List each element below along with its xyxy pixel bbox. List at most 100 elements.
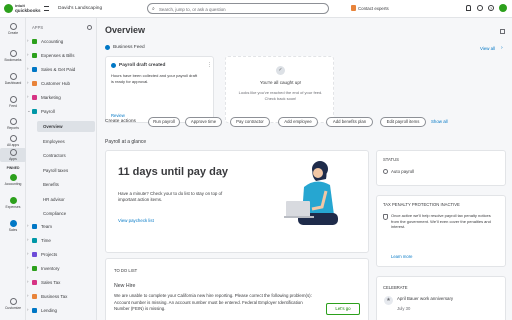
nav-label: Lending <box>41 308 58 313</box>
new-hire-body: We are unable to complete your Californi… <box>114 293 312 311</box>
nav-sub-employees[interactable]: Employees <box>43 139 65 144</box>
chevron-right-icon: › <box>27 279 29 284</box>
sales-icon <box>32 67 37 72</box>
nav-item-sales[interactable]: › Sales & Get Paid <box>26 64 96 75</box>
rail-label: Customize <box>4 306 22 310</box>
nav-item-lending[interactable]: › Lending <box>26 305 96 316</box>
create-actions-label: Create actions <box>105 119 136 124</box>
nav-settings-icon[interactable] <box>87 25 92 30</box>
payroll-draft-card[interactable]: Payroll draft created ⋮ Hours have been … <box>105 56 214 123</box>
nav-item-payroll[interactable]: ⌄ Payroll <box>26 106 96 117</box>
payroll-draft-body: Hours have been collected and your payro… <box>111 73 198 84</box>
contact-experts-link[interactable]: Contact experts <box>358 6 389 11</box>
accounting-icon <box>9 174 17 181</box>
pay-contractor-button[interactable]: Pay contractor <box>230 117 270 127</box>
nav-item-inventory[interactable]: › Inventory <box>26 263 96 274</box>
nav-sub-benefits[interactable]: Benefits <box>43 182 59 187</box>
search-input[interactable]: Search, jump to, or ask a question <box>159 7 226 12</box>
help-icon[interactable]: ? <box>488 5 494 11</box>
search-bar[interactable]: ⌕ Search, jump to, or ask a question <box>147 3 329 14</box>
new-hire-title: New Hire <box>114 283 136 289</box>
quickbooks-logo-icon[interactable] <box>4 4 13 13</box>
rail-bookmarks[interactable]: Bookmarks <box>0 50 26 62</box>
nav-sub-contractors[interactable]: Contractors <box>43 153 66 158</box>
quickbooks-logo[interactable]: intuit quickbooks <box>15 3 41 13</box>
payroll-draft-title: Payroll draft created <box>119 63 166 68</box>
expand-icon[interactable] <box>500 29 505 34</box>
chevron-right-icon[interactable]: › <box>501 45 503 51</box>
chevron-down-icon: ⌄ <box>27 108 31 113</box>
nav-item-time[interactable]: › Time <box>26 235 96 246</box>
rail-pinned-accounting[interactable]: Accounting <box>0 174 26 186</box>
nav-label: Inventory <box>41 266 60 271</box>
nav-sub-compliance[interactable]: Compliance <box>43 211 66 216</box>
rail-label: Accounting <box>4 182 22 186</box>
more-options-icon[interactable]: ⋮ <box>207 62 212 68</box>
nav-item-team[interactable]: › Team <box>26 221 96 232</box>
view-all-link[interactable]: View all <box>480 46 495 51</box>
settings-icon[interactable] <box>477 5 483 11</box>
company-name[interactable]: David's Landscaping <box>58 6 102 11</box>
chevron-right-icon: › <box>27 265 29 270</box>
nav-item-accounting[interactable]: › Accounting <box>26 36 96 47</box>
nav-item-business-tax[interactable]: › Business Tax <box>26 291 96 302</box>
rail-customize[interactable]: Customize <box>0 298 26 310</box>
rail-pinned-expenses[interactable]: Expenses <box>0 197 26 209</box>
shield-icon <box>383 214 388 220</box>
payroll-draft-icon <box>111 63 116 68</box>
rail-reports[interactable]: Reports <box>0 118 26 130</box>
rail-create[interactable]: Create <box>0 23 26 35</box>
chevron-right-icon: › <box>27 38 29 43</box>
rail-dashboard[interactable]: Dashboard <box>0 73 26 85</box>
nav-item-projects[interactable]: › Projects <box>26 249 96 260</box>
apps-nav: APPS › Accounting › Expenses & Bills › Sale… <box>26 18 97 320</box>
nav-label: Team <box>41 224 53 229</box>
rail-all-apps[interactable]: All apps <box>0 135 26 147</box>
auto-payroll-status[interactable]: Auto payroll <box>391 169 414 174</box>
rail-pinned-sales[interactable]: Sales <box>0 220 26 232</box>
payroll-icon <box>32 109 37 114</box>
tax-penalty-body: Once active we'll help resolve payroll t… <box>391 213 491 230</box>
team-icon <box>32 224 37 229</box>
add-benefits-plan-button[interactable]: Add benefits plan <box>326 117 373 127</box>
payroll-draft-review-link[interactable]: Review <box>111 113 125 118</box>
rail-apps[interactable]: Apps <box>0 148 26 162</box>
search-icon: ⌕ <box>152 6 155 12</box>
lets-go-button[interactable]: Let's go <box>326 303 360 315</box>
chevron-right-icon: › <box>27 94 29 99</box>
todo-card: TO DO LIST New Hire We are unable to com… <box>105 258 369 320</box>
time-icon <box>32 238 37 243</box>
dashboard-icon <box>9 73 17 80</box>
rail-label: Dashboard <box>4 81 22 85</box>
rail-pinned-header: PINNED <box>6 166 20 170</box>
reports-icon <box>9 118 17 125</box>
nav-label: Accounting <box>41 39 64 44</box>
nav-item-sales-tax[interactable]: › Sales Tax <box>26 277 96 288</box>
top-bar: intuit quickbooks David's Landscaping ⌕ … <box>0 0 512 18</box>
checkmark-icon: ✓ <box>276 66 285 75</box>
status-card: STATUS Auto payroll <box>376 150 506 186</box>
approve-time-button[interactable]: Approve time <box>185 117 222 127</box>
page-title: Overview <box>105 25 146 35</box>
nav-item-customer-hub[interactable]: › Customer Hub <box>26 78 96 89</box>
view-paycheck-list-link[interactable]: View paycheck list <box>118 218 154 223</box>
show-all-link[interactable]: Show all <box>431 119 448 124</box>
main-content: Overview Business Feed View all › Payrol… <box>97 18 512 320</box>
menu-icon[interactable] <box>44 6 49 11</box>
run-payroll-button[interactable]: Run payroll <box>148 117 180 127</box>
add-employee-button[interactable]: Add employee <box>278 117 318 127</box>
nav-sub-hr-advisor[interactable]: HR advisor <box>43 197 65 202</box>
account-avatar[interactable] <box>499 4 507 12</box>
nav-item-expenses[interactable]: › Expenses & Bills <box>26 50 96 61</box>
nav-item-marketing[interactable]: › Marketing <box>26 92 96 103</box>
nav-sub-payroll-taxes[interactable]: Payroll taxes <box>43 168 68 173</box>
expenses-icon <box>32 53 37 58</box>
nav-label: Projects <box>41 252 58 257</box>
notifications-icon[interactable] <box>466 5 471 11</box>
pencil-icon <box>9 298 17 305</box>
rail-feed[interactable]: Feed <box>0 96 26 108</box>
payday-card: 11 days until pay day Have a minute? Che… <box>105 150 369 253</box>
learn-more-link[interactable]: Learn more <box>391 254 412 259</box>
feed-icon <box>9 96 17 103</box>
edit-payroll-items-button[interactable]: Edit payroll items <box>380 117 426 127</box>
